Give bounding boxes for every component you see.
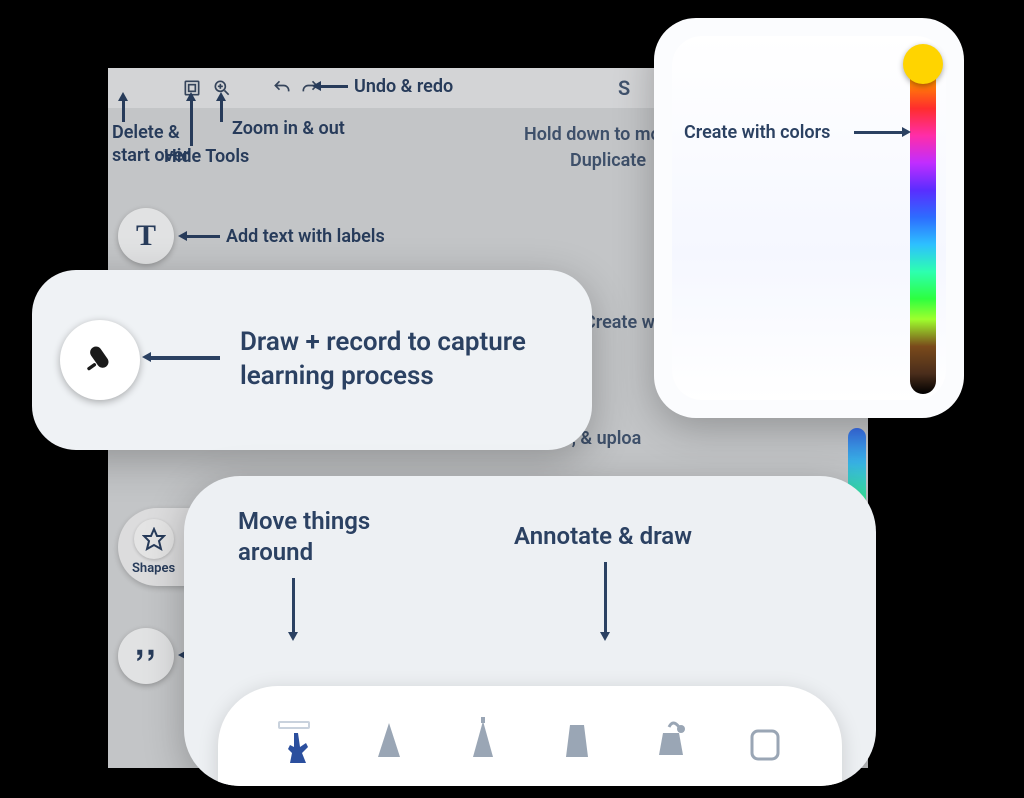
color-popover-label: Create with colors <box>684 122 830 143</box>
eraser-tool[interactable] <box>737 710 793 780</box>
record-button[interactable] <box>60 320 140 400</box>
arrow-line <box>150 356 220 360</box>
arrow-head-down-icon <box>288 632 298 641</box>
record-popover-text: Draw + record to capture learning proces… <box>240 326 560 394</box>
arrow-head-down-icon <box>600 632 610 641</box>
arrow-line <box>854 131 904 134</box>
pen-tool[interactable] <box>455 710 511 780</box>
drawing-toolbar-popover: Move things around Annotate & draw <box>184 476 876 786</box>
arrow-head-left-icon <box>142 352 151 362</box>
move-tool[interactable] <box>267 710 323 780</box>
color-popover-panel <box>672 36 946 400</box>
color-slider[interactable] <box>910 54 936 394</box>
arrow-line <box>604 562 607 634</box>
drawing-toolbar <box>218 686 842 786</box>
record-popover: Draw + record to capture learning proces… <box>32 270 592 450</box>
fill-tool[interactable] <box>643 710 699 780</box>
pencil-tool[interactable] <box>361 710 417 780</box>
color-popover: Create with colors <box>654 18 964 418</box>
annotate-label: Annotate & draw <box>514 522 692 550</box>
move-label: Move things around <box>238 506 370 568</box>
arrow-head-right-icon <box>902 127 911 137</box>
marker-tool[interactable] <box>549 710 605 780</box>
arrow-line <box>292 578 295 634</box>
color-slider-thumb[interactable] <box>903 44 943 84</box>
popover-labels: Move things around Annotate & draw <box>184 506 876 626</box>
